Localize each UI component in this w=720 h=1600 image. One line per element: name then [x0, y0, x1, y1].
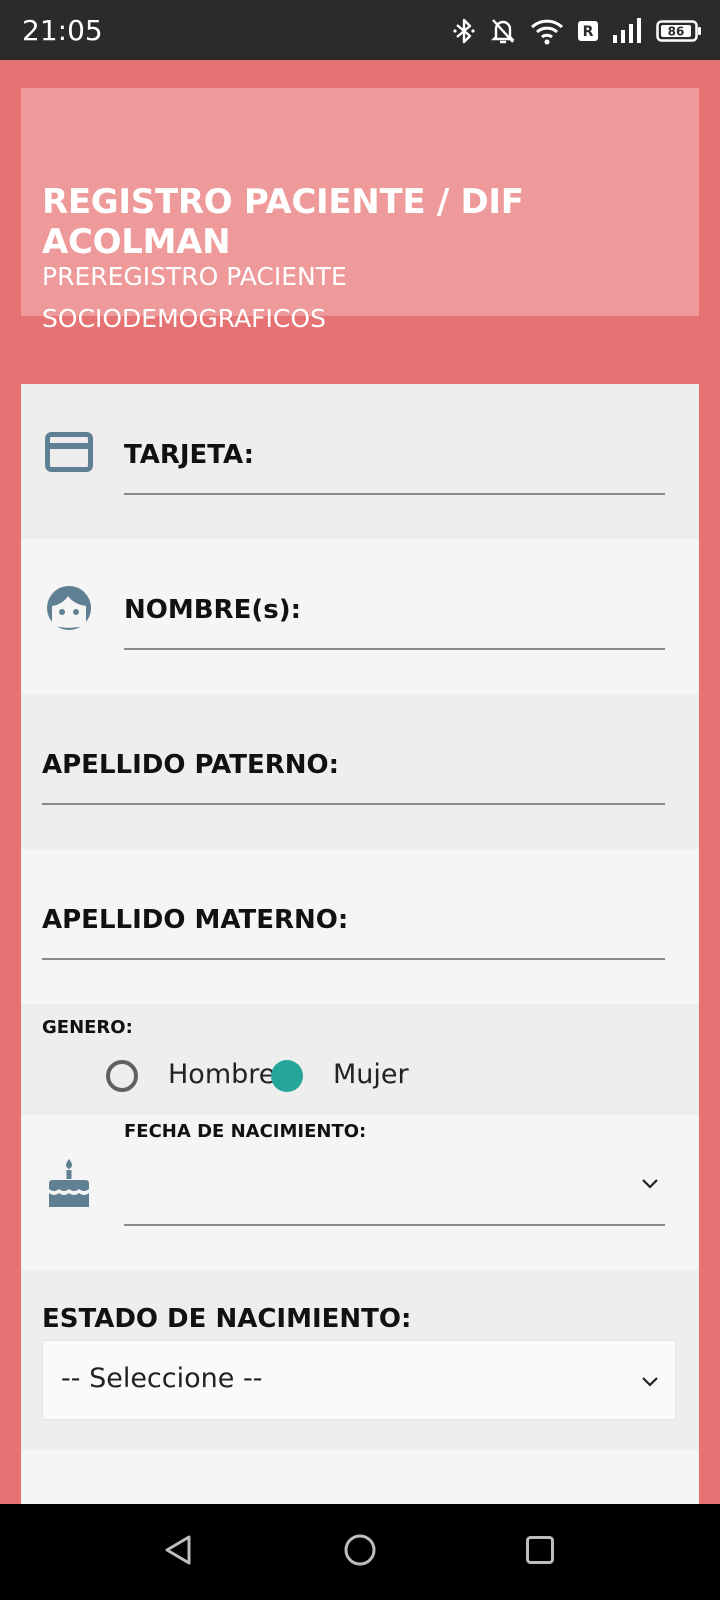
genero-row: GENERO: Hombre Mujer	[21, 1004, 699, 1115]
cake-icon	[47, 1157, 91, 1214]
chevron-down-icon	[641, 1177, 659, 1195]
tarjeta-underline	[124, 493, 665, 495]
estado-nacimiento-label: ESTADO DE NACIMIENTO:	[42, 1304, 412, 1334]
nombre-input[interactable]	[124, 579, 665, 651]
back-icon	[163, 1534, 193, 1571]
navigation-bar	[0, 1504, 720, 1600]
estado-nacimiento-selected: -- Seleccione --	[61, 1363, 263, 1394]
genero-label: GENERO:	[42, 1017, 133, 1038]
header-card: REGISTRO PACIENTE / DIF ACOLMAN PREREGIS…	[21, 88, 699, 333]
bluetooth-icon	[452, 17, 476, 45]
tarjeta-input[interactable]	[124, 424, 665, 496]
next-row	[21, 1450, 699, 1504]
fecha-nacimiento-label: FECHA DE NACIMIENTO:	[124, 1121, 367, 1142]
signal-icon	[612, 17, 642, 45]
status-icons: R 86	[452, 14, 702, 48]
nombre-row: NOMBRE(s):	[21, 539, 699, 694]
radio-mujer-label[interactable]: Mujer	[333, 1059, 409, 1090]
battery-icon: 86	[656, 19, 702, 43]
home-icon	[343, 1533, 377, 1572]
estado-nacimiento-row: ESTADO DE NACIMIENTO: -- Seleccione --	[21, 1270, 699, 1450]
nombre-underline	[124, 648, 665, 650]
radio-hombre-label[interactable]: Hombre	[168, 1059, 275, 1090]
recents-button[interactable]	[480, 1504, 600, 1600]
bell-off-icon	[490, 17, 516, 45]
status-time: 21:05	[22, 14, 103, 47]
credit-card-icon	[45, 432, 93, 477]
fecha-nacimiento-underline	[124, 1224, 665, 1226]
patient-form: TARJETA: NOMBRE(s): APELLIDO PATERNO: AP…	[21, 384, 699, 1504]
recents-icon	[525, 1535, 555, 1570]
fecha-nacimiento-row: FECHA DE NACIMIENTO:	[21, 1115, 699, 1270]
svg-text:R: R	[583, 24, 594, 40]
page-title: REGISTRO PACIENTE / DIF ACOLMAN	[42, 182, 524, 262]
home-button[interactable]	[300, 1504, 420, 1600]
apellido-paterno-underline	[42, 803, 665, 805]
estado-nacimiento-select[interactable]: -- Seleccione --	[42, 1340, 676, 1420]
wifi-icon	[530, 17, 564, 45]
fecha-nacimiento-input[interactable]	[124, 1149, 665, 1223]
chevron-down-icon	[641, 1375, 659, 1393]
header-subtitle-sociodemograficos: SOCIODEMOGRAFICOS	[42, 304, 326, 333]
status-bar: 21:05 R 86	[0, 0, 720, 60]
apellido-paterno-row: APELLIDO PATERNO:	[21, 694, 699, 849]
tarjeta-row: TARJETA:	[21, 384, 699, 539]
apellido-paterno-input[interactable]	[42, 734, 665, 806]
radio-mujer[interactable]	[271, 1060, 303, 1092]
roaming-icon: R	[578, 21, 598, 41]
face-icon	[45, 584, 93, 637]
svg-text:86: 86	[668, 25, 685, 39]
apellido-materno-row: APELLIDO MATERNO:	[21, 849, 699, 1004]
back-button[interactable]	[118, 1504, 238, 1600]
page-content: REGISTRO PACIENTE / DIF ACOLMAN PREREGIS…	[0, 60, 720, 1504]
header-subtitle-preregistro: PREREGISTRO PACIENTE	[42, 262, 347, 291]
apellido-materno-underline	[42, 958, 665, 960]
radio-hombre[interactable]	[106, 1060, 138, 1092]
apellido-materno-input[interactable]	[42, 889, 665, 961]
